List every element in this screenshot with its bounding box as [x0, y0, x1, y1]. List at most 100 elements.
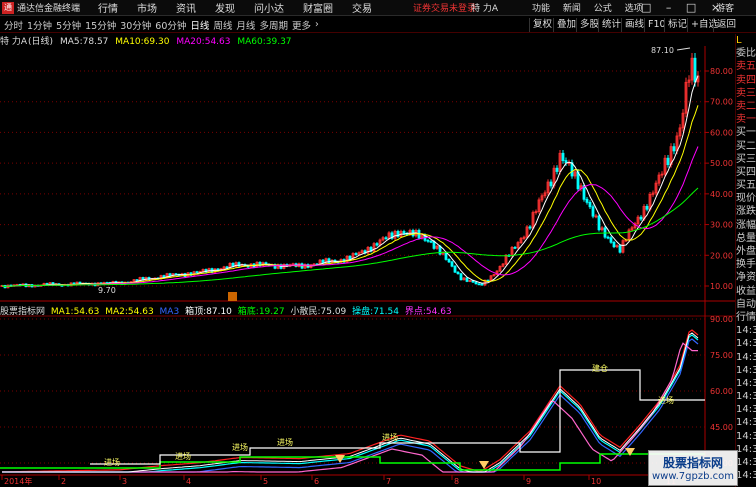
minimize-icon[interactable]: –	[666, 1, 672, 14]
candle-body	[579, 185, 583, 190]
panel-item: 14:35	[736, 417, 756, 429]
period-60min[interactable]: 60分钟	[155, 18, 186, 32]
time-tick-label: 6	[314, 477, 319, 486]
candle-body	[654, 182, 658, 194]
panel-item: 总量	[736, 232, 756, 244]
high-price-label: 87.10	[651, 46, 674, 55]
time-tick-label: 7	[386, 477, 391, 486]
candle-body	[381, 237, 385, 241]
candle-body	[597, 215, 601, 231]
candle-body	[3, 285, 7, 289]
candle-body	[6, 284, 10, 289]
more-arrow-icon[interactable]: ›	[315, 19, 319, 30]
ma20-line	[1, 146, 699, 288]
candle-body	[219, 268, 223, 272]
candle-body	[75, 281, 79, 286]
panel-item: 换手	[736, 259, 756, 271]
guest-label[interactable]: 游客	[716, 1, 734, 14]
ma2-label: MA2:	[105, 307, 128, 317]
menu-news[interactable]: 资讯	[176, 0, 196, 15]
candle-body	[648, 193, 652, 210]
period-intraday[interactable]: 分时	[4, 18, 23, 32]
period-weekly[interactable]: 周线	[213, 18, 232, 32]
candle-body	[333, 259, 337, 263]
period-daily[interactable]: 日线	[190, 18, 209, 32]
candle-body	[276, 264, 280, 269]
adjust-button[interactable]: 复权	[529, 18, 555, 32]
candle-body	[300, 263, 304, 269]
candle-body	[552, 167, 556, 187]
price-tick-label: 60.00	[710, 128, 733, 137]
period-15min[interactable]: 15分钟	[85, 18, 116, 32]
period-monthly[interactable]: 月线	[236, 18, 255, 32]
period-5min[interactable]: 5分钟	[56, 18, 81, 32]
panel-item: 卖三	[736, 87, 756, 99]
candle-body	[198, 271, 202, 273]
candle-body	[612, 241, 616, 248]
menu-functions[interactable]: 功能	[532, 4, 550, 14]
candle-body	[537, 199, 541, 212]
back-button[interactable]: 返回	[713, 18, 739, 32]
period-more[interactable]: 更多	[292, 18, 311, 32]
panel-item: 买三	[736, 153, 756, 165]
low-price-label: 9.70	[98, 286, 116, 295]
panel-item: 14:35	[736, 338, 756, 350]
candle-body	[618, 245, 622, 253]
candle-body	[411, 230, 415, 237]
menu-ask[interactable]: 问小达	[254, 0, 284, 15]
candle-body	[273, 264, 277, 269]
critical-point-label: 界点:	[404, 307, 426, 317]
candle-body	[24, 283, 28, 288]
menu-market[interactable]: 市场	[137, 0, 157, 15]
ma3-label: MA3	[159, 307, 180, 317]
candle-body	[216, 268, 220, 272]
candle-body	[66, 284, 70, 287]
menu-formula[interactable]: 公式	[594, 4, 612, 14]
panel-item: 收益	[736, 285, 756, 297]
time-tick-label: 3	[122, 477, 127, 486]
panel-item: 现价	[736, 193, 756, 205]
indicator-cyan-line	[2, 334, 699, 473]
event-marker	[228, 292, 237, 301]
price-axis: 80.00 70.00 60.00 50.00 40.00 30.00 20.00 10.00	[710, 67, 733, 291]
menu-news-right[interactable]: 新闻	[563, 4, 581, 14]
candle-body	[465, 277, 469, 282]
period-1min[interactable]: 1分钟	[27, 18, 52, 32]
indicator-name[interactable]: 股票指标网	[0, 307, 45, 317]
panel-item: 涨幅	[736, 219, 756, 231]
signal-label: 进场	[277, 438, 293, 447]
maximize-icon[interactable]: □	[686, 1, 696, 14]
ma1-label: MA1:	[50, 307, 74, 317]
candle-body	[165, 273, 169, 279]
candle-body	[267, 264, 271, 266]
candle-body	[159, 275, 163, 280]
high-price-pointer	[676, 47, 691, 51]
candle-body	[213, 268, 217, 273]
candle-body	[561, 152, 565, 162]
menu-trade[interactable]: 交易	[352, 0, 372, 15]
candle-body	[171, 273, 175, 277]
candle-body	[378, 239, 382, 246]
menu-market-quotes[interactable]: 行情	[98, 0, 118, 15]
menu-wealth-circle[interactable]: 财富圈	[303, 0, 333, 15]
sell-signal-marker	[625, 448, 635, 456]
quote-side-panel: L 委比 卖五 卖四 卖三 卖二 卖一 买一 买二 买三 买四 买五 现价 涨跌 涨幅 总量 外盘 换手 净资 收益…	[735, 34, 756, 487]
panel-item: 卖四	[736, 74, 756, 86]
restore-icon[interactable]: □	[641, 1, 651, 14]
retail-value: 75.09	[320, 307, 347, 317]
candle-body	[105, 282, 109, 284]
panel-header[interactable]: L	[736, 34, 756, 47]
period-30min[interactable]: 30分钟	[120, 18, 151, 32]
candle-body	[54, 283, 58, 286]
menu-options[interactable]: 选项	[625, 4, 643, 14]
login-warning[interactable]: 证券交易未登录	[413, 1, 476, 14]
ma20-value: 54.63	[204, 37, 231, 47]
menu-discover[interactable]: 发现	[215, 0, 235, 15]
stock-name: 特 力A	[0, 37, 28, 47]
candle-body	[573, 171, 577, 177]
panel-item: 买五	[736, 180, 756, 192]
candle-body	[126, 281, 130, 284]
time-tick-label: 4	[186, 477, 191, 486]
candle-body	[180, 273, 184, 276]
period-multi[interactable]: 多周期	[259, 18, 288, 32]
